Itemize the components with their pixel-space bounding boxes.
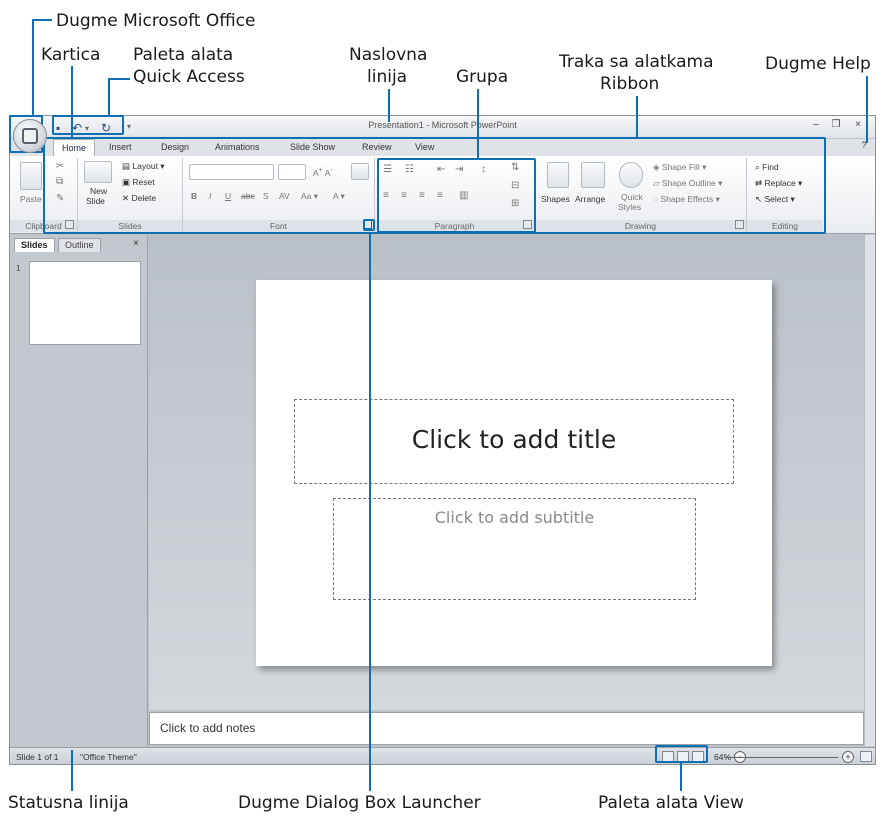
leader-ribbon xyxy=(636,96,638,138)
callout-box-view-toolbar xyxy=(655,745,708,763)
theme-status[interactable]: "Office Theme" xyxy=(80,752,137,762)
leader-office-button-h xyxy=(32,19,52,21)
annotation-qat-line1: Paleta alata xyxy=(133,45,234,65)
title-placeholder[interactable]: Click to add title xyxy=(294,399,734,484)
annotation-ribbon-line2: Ribbon xyxy=(600,74,660,94)
leader-launcher xyxy=(369,232,371,791)
annotation-tab: Kartica xyxy=(41,45,101,65)
slide-thumbnail[interactable] xyxy=(29,261,141,345)
vertical-scrollbar[interactable] xyxy=(864,235,875,746)
leader-tab xyxy=(71,66,73,139)
annotation-ribbon-line1: Traka sa alatkama xyxy=(559,52,714,72)
title-bar: Presentation1 - Microsoft PowerPoint – ❐… xyxy=(10,116,875,138)
notes-pane[interactable]: Click to add notes xyxy=(149,712,864,745)
slides-pane: Slides Outline × 1 xyxy=(10,235,148,746)
leader-statusbar xyxy=(71,750,73,791)
callout-box-launcher xyxy=(363,219,375,231)
help-icon[interactable]: ? xyxy=(856,140,872,150)
leader-titlebar xyxy=(388,89,390,122)
status-bar: Slide 1 of 1 "Office Theme" 64% − + xyxy=(10,747,875,764)
annotation-qat-line2: Quick Access xyxy=(133,67,245,87)
leader-office-button xyxy=(32,19,34,116)
close-pane-icon[interactable]: × xyxy=(133,238,139,249)
slide-number: 1 xyxy=(16,263,21,273)
leader-qat xyxy=(108,78,110,116)
tab-outline[interactable]: Outline xyxy=(58,238,101,252)
annotation-group: Grupa xyxy=(456,67,509,87)
title-placeholder-text: Click to add title xyxy=(411,425,617,454)
annotation-view-toolbar: Paleta alata View xyxy=(598,793,744,813)
minimize-button[interactable]: – xyxy=(808,119,824,130)
zoom-slider[interactable] xyxy=(726,757,838,758)
office-logo-icon xyxy=(22,128,38,144)
subtitle-placeholder-text: Click to add subtitle xyxy=(434,508,595,527)
fit-slide-icon[interactable] xyxy=(860,751,872,762)
annotation-launcher: Dugme Dialog Box Launcher xyxy=(238,793,481,813)
close-button[interactable]: × xyxy=(850,119,866,130)
leader-qat-h xyxy=(108,78,130,80)
tab-slides[interactable]: Slides xyxy=(14,238,55,252)
annotation-help: Dugme Help xyxy=(765,54,871,74)
notes-placeholder: Click to add notes xyxy=(160,721,256,735)
callout-box-qat xyxy=(52,115,124,135)
restore-button[interactable]: ❐ xyxy=(828,119,844,130)
paste-icon[interactable] xyxy=(20,162,42,190)
zoom-in-icon[interactable]: + xyxy=(842,751,854,763)
office-button[interactable] xyxy=(13,119,47,153)
slide-count-status: Slide 1 of 1 xyxy=(16,752,59,762)
paste-label[interactable]: Paste xyxy=(20,194,42,204)
customize-qat-icon[interactable]: ▾ xyxy=(127,122,131,131)
window-title: Presentation1 - Microsoft PowerPoint xyxy=(368,120,517,130)
slide-editing-area: Click to add title Click to add subtitle xyxy=(149,235,875,710)
annotation-titlebar-line1: Naslovna xyxy=(349,45,428,65)
leader-view-toolbar xyxy=(680,763,682,791)
callout-box-paragraph-group xyxy=(377,158,536,233)
leader-group xyxy=(477,89,479,159)
slide: Click to add title Click to add subtitle xyxy=(256,280,772,666)
annotation-statusbar: Statusna linija xyxy=(8,793,129,813)
subtitle-placeholder[interactable]: Click to add subtitle xyxy=(333,498,696,600)
leader-help xyxy=(866,76,868,143)
annotation-office-button: Dugme Microsoft Office xyxy=(56,11,256,31)
annotation-titlebar-line2: linija xyxy=(367,67,408,87)
